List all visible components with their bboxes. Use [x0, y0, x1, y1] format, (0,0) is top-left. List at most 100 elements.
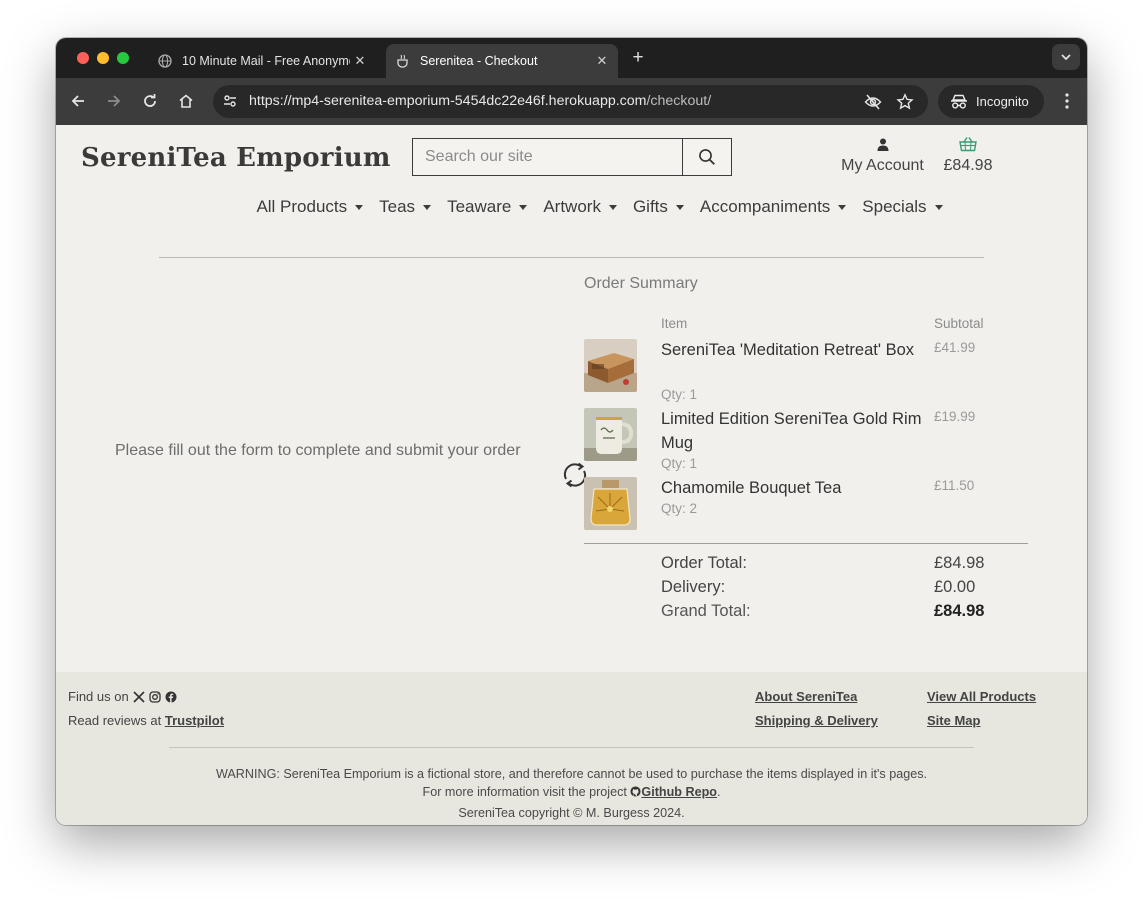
product-image[interactable] [584, 408, 637, 461]
home-button[interactable] [175, 90, 197, 112]
social-links: Find us on [68, 689, 177, 704]
shipping-delivery-link[interactable]: Shipping & Delivery [755, 713, 878, 728]
close-tab-icon[interactable]: ✕ [592, 53, 612, 69]
tab-serenitea-checkout[interactable]: Serenitea - Checkout ✕ [386, 44, 618, 78]
url-path: /checkout/ [646, 93, 712, 109]
item-price: £19.99 [934, 409, 976, 424]
caret-down-icon [355, 204, 364, 210]
nav-accompaniments[interactable]: Accompaniments [699, 197, 847, 217]
tab-10-minute-mail[interactable]: 10 Minute Mail - Free Anonymous ✕ [148, 44, 376, 78]
order-summary: Order Summary Item Subtotal SereniTea 'M… [583, 275, 1028, 620]
url-text[interactable]: https://mp4-serenitea-emporium-5454dc22e… [249, 85, 711, 118]
product-image[interactable] [584, 477, 637, 530]
order-total-value: £84.98 [934, 554, 985, 572]
caret-down-icon [423, 204, 432, 210]
warning-text: WARNING: SereniTea Emporium is a fiction… [215, 767, 928, 781]
nav-label: Accompaniments [699, 197, 831, 216]
incognito-indicator[interactable]: Incognito [938, 85, 1044, 118]
basket-icon [936, 135, 1000, 153]
more-vertical-icon [1065, 93, 1069, 109]
url-host: https://mp4-serenitea-emporium-5454dc22e… [249, 93, 647, 109]
caret-down-icon [934, 204, 943, 210]
site-footer: Find us on Read reviews at Trustpilot Ab… [56, 672, 1087, 825]
item-name: Limited Edition SereniTea Gold Rim Mug [661, 410, 922, 452]
basket-link[interactable]: £84.98 [936, 135, 1000, 175]
site-settings-icon[interactable] [221, 92, 239, 110]
item-name: SereniTea 'Meditation Retreat' Box [661, 341, 915, 359]
nav-gifts[interactable]: Gifts [633, 197, 684, 217]
page-content: SereniTea Emporium My Account £84.98 All… [56, 125, 1087, 825]
summary-divider [584, 543, 1028, 544]
nav-label: Specials [862, 197, 927, 216]
eye-slash-icon[interactable] [863, 92, 883, 112]
site-map-link[interactable]: Site Map [927, 713, 980, 728]
arrow-left-icon [71, 95, 84, 107]
order-total-row: Order Total: £84.98 [661, 554, 1021, 573]
form-message: Please fill out the form to complete and… [115, 442, 521, 459]
reload-button[interactable] [139, 90, 161, 112]
site-search-form [412, 138, 732, 176]
tab-search-button[interactable] [1052, 44, 1080, 70]
teacup-favicon-icon [396, 54, 410, 68]
maximize-window-button[interactable] [117, 52, 129, 64]
instagram-icon[interactable] [149, 690, 161, 703]
facebook-icon[interactable] [165, 691, 177, 703]
nav-label: Artwork [543, 197, 601, 216]
fictional-store-warning: WARNING: SereniTea Emporium is a fiction… [56, 765, 1087, 801]
browser-toolbar: https://mp4-serenitea-emporium-5454dc22e… [56, 78, 1087, 125]
my-account-label: My Account [841, 157, 924, 174]
item-price: £41.99 [934, 340, 976, 355]
more-info-text: For more information visit the project [422, 785, 627, 799]
subtotal-column-header: Subtotal [934, 316, 984, 331]
delivery-value: £0.00 [934, 578, 976, 596]
view-all-products-link[interactable]: View All Products [927, 689, 1036, 704]
my-account-link[interactable]: My Account [834, 135, 931, 175]
nav-label: All Products [256, 197, 348, 216]
nav-specials[interactable]: Specials [862, 197, 943, 217]
close-window-button[interactable] [77, 52, 89, 64]
basket-total: £84.98 [943, 157, 993, 174]
tab-strip: 10 Minute Mail - Free Anonymous ✕ Sereni… [56, 38, 1087, 78]
search-icon [699, 149, 715, 165]
new-tab-button[interactable]: + [628, 47, 648, 69]
order-total-label: Order Total: [661, 554, 747, 572]
product-image[interactable] [584, 339, 637, 392]
footer-divider [169, 747, 974, 748]
grand-total-row: Grand Total: £84.98 [661, 602, 1021, 621]
home-icon [179, 94, 193, 108]
trustpilot-link[interactable]: Trustpilot [165, 713, 224, 728]
search-input[interactable] [413, 139, 682, 175]
item-qty: Qty: 1 [661, 456, 698, 471]
search-button[interactable] [682, 139, 731, 175]
address-bar[interactable]: https://mp4-serenitea-emporium-5454dc22e… [213, 85, 928, 118]
chevron-down-icon [1061, 54, 1071, 61]
arrow-right-icon [108, 95, 121, 107]
tab-title: Serenitea - Checkout [420, 54, 538, 68]
more-info-line: For more information visit the project G… [422, 785, 721, 799]
caret-down-icon [519, 204, 528, 210]
browser-menu-button[interactable] [1059, 90, 1075, 112]
bookmark-star-icon[interactable] [895, 92, 915, 112]
nav-all-products[interactable]: All Products [256, 197, 364, 217]
close-tab-icon[interactable]: ✕ [350, 53, 370, 69]
github-repo-link[interactable]: Github Repo [641, 785, 717, 799]
item-name: Chamomile Bouquet Tea [661, 479, 842, 497]
back-button[interactable] [67, 90, 89, 112]
site-logo[interactable]: SereniTea Emporium [81, 143, 391, 173]
nav-teas[interactable]: Teas [379, 197, 432, 217]
caret-down-icon [608, 204, 617, 210]
minimize-window-button[interactable] [97, 52, 109, 64]
reload-icon [144, 94, 156, 107]
order-summary-title: Order Summary [584, 275, 698, 292]
reviews-text: Read reviews at Trustpilot [68, 713, 224, 728]
about-serenitea-link[interactable]: About SereniTea [755, 689, 857, 704]
caret-down-icon [838, 204, 847, 210]
forward-button[interactable] [103, 90, 125, 112]
incognito-label: Incognito [976, 94, 1029, 109]
find-us-label: Find us on [68, 689, 129, 704]
nav-teaware[interactable]: Teaware [447, 197, 528, 217]
delivery-row: Delivery: £0.00 [661, 578, 1021, 597]
x-twitter-icon[interactable] [133, 690, 145, 703]
nav-artwork[interactable]: Artwork [543, 197, 617, 217]
nav-label: Teaware [447, 197, 512, 216]
